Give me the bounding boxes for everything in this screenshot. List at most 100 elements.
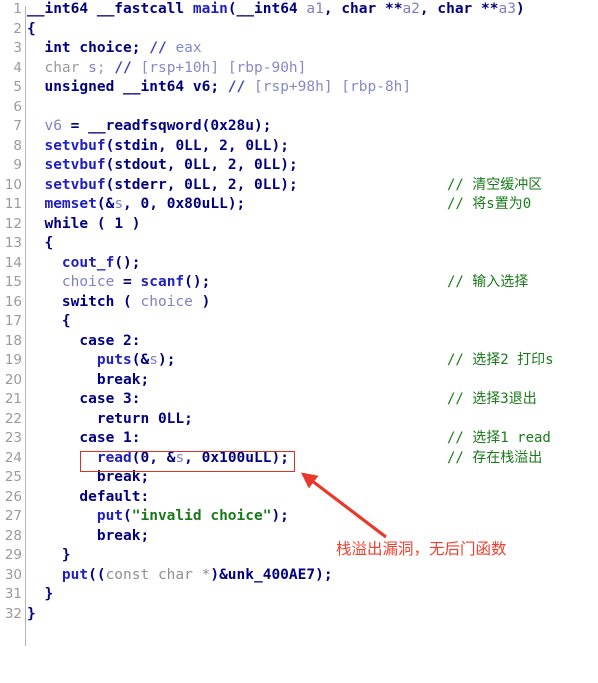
line-code: { bbox=[27, 313, 71, 329]
line-code: break; bbox=[27, 527, 150, 544]
line-number: 7 bbox=[13, 118, 22, 134]
line-code: } bbox=[27, 605, 36, 622]
code-line[interactable]: 10 setvbuf(stderr, 0LL, 2, 0LL); // 清空缓冲… bbox=[0, 176, 598, 196]
line-number: 22 bbox=[4, 410, 22, 427]
line-number: 18 bbox=[4, 332, 22, 349]
line-number: 19 bbox=[4, 352, 22, 368]
user-comment: // 输入选择 bbox=[447, 274, 529, 290]
line-code: choice = scanf(); bbox=[27, 274, 211, 290]
line-code: break; bbox=[27, 469, 150, 485]
code-line[interactable]: 14 cout_f(); bbox=[0, 254, 598, 274]
line-number: 6 bbox=[13, 98, 22, 115]
line-number: 9 bbox=[13, 157, 22, 173]
line-code: default: bbox=[27, 488, 150, 505]
line-code: cout_f(); bbox=[27, 254, 141, 271]
code-line[interactable]: 8 setvbuf(stdin, 0LL, 2, 0LL); bbox=[0, 137, 598, 157]
code-line[interactable]: 3 int choice; // eax bbox=[0, 39, 598, 59]
line-number: 1 bbox=[13, 1, 22, 17]
code-line[interactable]: 16 switch ( choice ) bbox=[0, 293, 598, 313]
line-number: 8 bbox=[13, 137, 22, 154]
line-number: 17 bbox=[4, 313, 22, 329]
code-line[interactable]: 20 break; bbox=[0, 371, 598, 391]
line-code: switch ( choice ) bbox=[27, 293, 211, 310]
code-line[interactable]: 18 case 2: bbox=[0, 332, 598, 352]
code-line[interactable]: 11 memset(&s, 0, 0x80uLL); // 将s置为0 bbox=[0, 195, 598, 215]
code-line[interactable]: 19 puts(&s); // 选择2 打印s bbox=[0, 351, 598, 371]
line-number: 31 bbox=[4, 586, 22, 602]
line-number: 30 bbox=[4, 566, 22, 583]
code-line[interactable]: 4 char s; // [rsp+10h] [rbp-90h] bbox=[0, 59, 598, 79]
line-code: setvbuf(stdin, 0LL, 2, 0LL); bbox=[27, 137, 289, 154]
line-number: 2 bbox=[13, 20, 22, 37]
line-number: 12 bbox=[4, 215, 22, 232]
code-line[interactable]: 32 } bbox=[0, 605, 598, 625]
line-number: 24 bbox=[4, 449, 22, 466]
line-number: 21 bbox=[4, 391, 22, 407]
code-line[interactable]: 5 unsigned __int64 v6; // [rsp+98h] [rbp… bbox=[0, 78, 598, 98]
user-comment: // 选择3退出 bbox=[447, 391, 537, 407]
code-line-highlighted[interactable]: 24 read(0, &s, 0x100uLL); // 存在栈溢出 bbox=[0, 449, 598, 469]
code-line[interactable]: 28 break; bbox=[0, 527, 598, 547]
line-code: case 2: bbox=[27, 332, 141, 349]
line-number: 5 bbox=[13, 79, 22, 95]
line-code: read(0, &s, 0x100uLL); bbox=[27, 449, 289, 466]
pseudocode-view[interactable]: 1 __int64 __fastcall main(__int64 a1, ch… bbox=[0, 0, 598, 653]
code-line[interactable]: 22 return 0LL; bbox=[0, 410, 598, 430]
code-line[interactable]: 2 { bbox=[0, 20, 598, 40]
line-number: 27 bbox=[4, 508, 22, 524]
code-line[interactable]: 23 case 1: // 选择1 read bbox=[0, 429, 598, 449]
line-number: 16 bbox=[4, 293, 22, 310]
line-code: int choice; // eax bbox=[27, 40, 202, 56]
line-code: return 0LL; bbox=[27, 410, 193, 427]
line-code: v6 = __readfsqword(0x28u); bbox=[27, 118, 272, 134]
user-comment: // 存在栈溢出 bbox=[447, 449, 543, 466]
code-line[interactable]: 27 put("invalid choice"); bbox=[0, 507, 598, 527]
code-line[interactable]: 7 v6 = __readfsqword(0x28u); bbox=[0, 117, 598, 137]
code-line[interactable]: 31 } bbox=[0, 585, 598, 605]
line-number: 25 bbox=[4, 469, 22, 485]
line-code: memset(&s, 0, 0x80uLL); bbox=[27, 196, 246, 212]
code-line[interactable]: 9 setvbuf(stdout, 0LL, 2, 0LL); bbox=[0, 156, 598, 176]
line-code: } bbox=[27, 547, 71, 563]
user-comment: // 将s置为0 bbox=[447, 196, 532, 212]
code-line[interactable]: 25 break; bbox=[0, 468, 598, 488]
code-line[interactable]: 15 choice = scanf(); // 输入选择 bbox=[0, 273, 598, 293]
line-number: 28 bbox=[4, 527, 22, 544]
line-code: } bbox=[27, 586, 54, 602]
line-code: case 1: bbox=[27, 430, 141, 446]
line-number: 10 bbox=[4, 176, 22, 193]
line-code: put("invalid choice"); bbox=[27, 508, 289, 524]
line-number: 11 bbox=[4, 196, 22, 212]
line-number: 26 bbox=[4, 488, 22, 505]
line-code: char s; // [rsp+10h] [rbp-90h] bbox=[27, 59, 307, 76]
line-number: 4 bbox=[13, 59, 22, 76]
line-number: 23 bbox=[4, 430, 22, 446]
user-comment: // 清空缓冲区 bbox=[447, 176, 543, 193]
line-code: unsigned __int64 v6; // [rsp+98h] [rbp-8… bbox=[27, 79, 412, 95]
line-number: 29 bbox=[4, 547, 22, 563]
code-line[interactable]: 13 { bbox=[0, 234, 598, 254]
line-code: break; bbox=[27, 371, 150, 388]
line-number: 15 bbox=[4, 274, 22, 290]
line-code: setvbuf(stdout, 0LL, 2, 0LL); bbox=[27, 157, 298, 173]
line-code: puts(&s); bbox=[27, 352, 176, 368]
code-line[interactable]: 21 case 3: // 选择3退出 bbox=[0, 390, 598, 410]
line-code: case 3: bbox=[27, 391, 141, 407]
code-line[interactable]: 1 __int64 __fastcall main(__int64 a1, ch… bbox=[0, 0, 598, 20]
code-line[interactable]: 6 bbox=[0, 98, 598, 118]
line-number: 20 bbox=[4, 371, 22, 388]
line-code: __int64 __fastcall main(__int64 a1, char… bbox=[27, 1, 525, 17]
user-comment: // 选择1 read bbox=[447, 430, 551, 446]
code-line[interactable]: 12 while ( 1 ) bbox=[0, 215, 598, 235]
code-line[interactable]: 30 put((const char *)&unk_400AE7); bbox=[0, 566, 598, 586]
user-comment: // 选择2 打印s bbox=[447, 352, 554, 368]
line-code: { bbox=[27, 20, 36, 37]
line-code: while ( 1 ) bbox=[27, 215, 141, 232]
code-line[interactable]: 26 default: bbox=[0, 488, 598, 508]
code-line[interactable]: 17 { bbox=[0, 312, 598, 332]
code-line[interactable]: 29 } bbox=[0, 546, 598, 566]
line-number: 14 bbox=[4, 254, 22, 271]
line-number: 3 bbox=[13, 40, 22, 56]
line-code: { bbox=[27, 235, 54, 251]
line-code: put((const char *)&unk_400AE7); bbox=[27, 566, 333, 583]
